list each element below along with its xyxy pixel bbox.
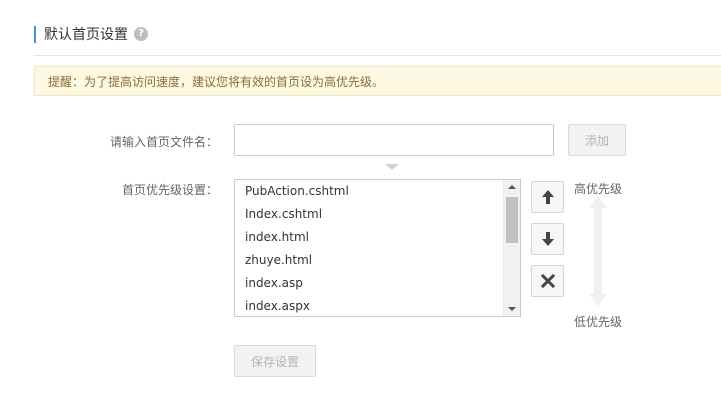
move-down-button[interactable]: [531, 223, 564, 255]
delete-button[interactable]: [531, 265, 564, 297]
triangle-down-icon: [385, 164, 399, 170]
priority-listbox[interactable]: PubAction.cshtml Index.cshtml index.html…: [234, 179, 521, 317]
list-item[interactable]: Index.cshtml: [235, 203, 503, 226]
scroll-up-arrow-icon[interactable]: [508, 185, 516, 189]
help-icon[interactable]: ?: [134, 27, 148, 41]
section-header: 默认首页设置 ?: [34, 24, 148, 44]
scroll-down-arrow-icon[interactable]: [508, 307, 516, 311]
page-title: 默认首页设置: [44, 27, 128, 43]
filename-label: 请输入首页文件名：: [109, 135, 218, 149]
priority-range-arrow-icon: [589, 196, 607, 306]
move-up-button[interactable]: [531, 181, 564, 213]
add-button[interactable]: 添加: [568, 124, 626, 156]
save-button[interactable]: 保存设置: [234, 345, 316, 377]
high-priority-label: 高优先级: [574, 182, 623, 196]
list-item[interactable]: index.asp: [235, 272, 503, 295]
scroll-thumb[interactable]: [506, 197, 518, 243]
list-item[interactable]: index.aspx: [235, 295, 503, 316]
tip-text: 提醒：为了提高访问速度，建议您将有效的首页设为高优先级。: [48, 74, 385, 89]
close-icon: [540, 274, 555, 288]
listbox-scrollbar[interactable]: [503, 180, 520, 316]
arrow-up-icon: [541, 190, 554, 204]
tip-banner: 提醒：为了提高访问速度，建议您将有效的首页设为高优先级。: [34, 66, 721, 96]
list-item[interactable]: index.html: [235, 226, 503, 249]
low-priority-label: 低优先级: [574, 315, 623, 329]
arrow-down-icon: [541, 232, 554, 246]
filename-input[interactable]: [234, 124, 554, 156]
section-accent-bar: [34, 25, 36, 43]
list-item[interactable]: zhuye.html: [235, 249, 503, 272]
priority-list-items: PubAction.cshtml Index.cshtml index.html…: [235, 180, 503, 316]
list-item[interactable]: PubAction.cshtml: [235, 180, 503, 203]
header-divider: [34, 55, 721, 56]
priority-label: 首页优先级设置：: [121, 183, 218, 197]
